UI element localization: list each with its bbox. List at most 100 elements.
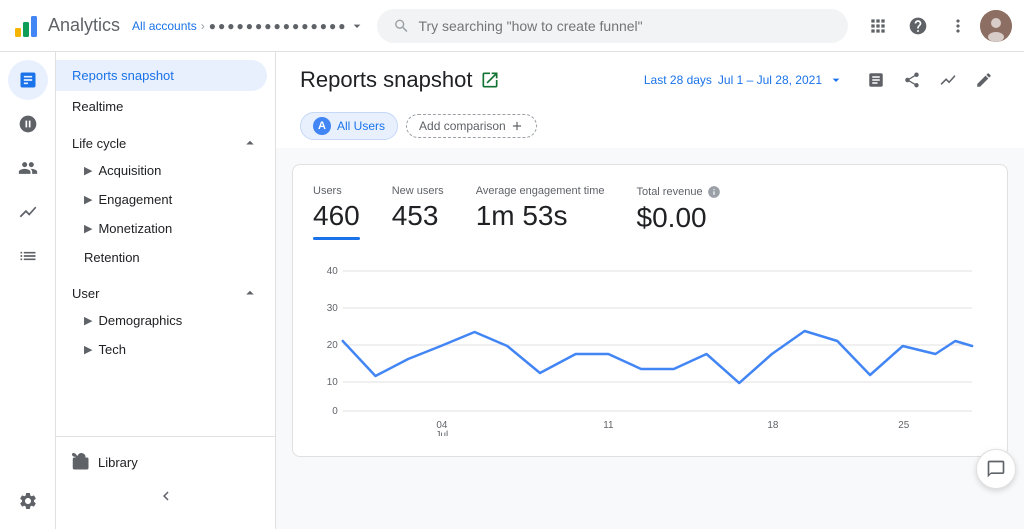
metric-engagement-label: Average engagement time — [476, 185, 605, 197]
metric-engagement[interactable]: Average engagement time 1m 53s — [476, 185, 605, 233]
chart-card: Users 460 New users 453 Average engageme… — [292, 164, 1008, 457]
library-icon — [72, 453, 90, 471]
sidebar-item-realtime[interactable]: Realtime — [56, 91, 267, 122]
edit-icon — [975, 71, 993, 89]
more-vert-button[interactable] — [940, 8, 976, 44]
content-header: Reports snapshot Last 28 days Jul 1 – Ju… — [276, 52, 1024, 148]
sidebar-section-lifecycle[interactable]: Life cycle — [56, 122, 275, 156]
customize-icon — [867, 71, 885, 89]
chip-label: All Users — [337, 119, 385, 133]
sidebar-item-realtime-label: Realtime — [72, 99, 123, 114]
apps-button[interactable] — [860, 8, 896, 44]
svg-text:20: 20 — [327, 340, 338, 351]
metric-users-value: 460 — [313, 199, 360, 233]
sidebar-item-retention[interactable]: Retention — [56, 243, 275, 272]
sidebar-item-library[interactable]: Library — [56, 445, 275, 479]
sidebar-item-monetization[interactable]: ▶ Monetization — [56, 214, 275, 243]
sidebar-section-user[interactable]: User — [56, 272, 275, 306]
breadcrumb-arrow: › — [201, 19, 205, 33]
svg-text:40: 40 — [327, 266, 338, 277]
customize-report-button[interactable] — [860, 64, 892, 96]
main-layout: Reports snapshot Realtime Life cycle ▶ A… — [0, 52, 1024, 529]
metric-revenue[interactable]: Total revenue $0.00 — [637, 185, 721, 235]
share-icon — [903, 71, 921, 89]
account-name: ●●●●●●●●●●●●●●● — [209, 19, 348, 33]
svg-text:10: 10 — [327, 377, 338, 388]
top-nav: Analytics All accounts › ●●●●●●●●●●●●●●● — [0, 0, 1024, 52]
more-vert-icon — [948, 16, 968, 36]
content-title-row: Reports snapshot Last 28 days Jul 1 – Ju… — [300, 64, 1000, 96]
insights-icon — [939, 71, 957, 89]
svg-text:11: 11 — [603, 420, 614, 431]
add-icon — [510, 119, 524, 133]
sidebar-item-demographics[interactable]: ▶ Demographics — [56, 306, 275, 335]
date-range-button[interactable]: Last 28 days Jul 1 – Jul 28, 2021 — [636, 68, 852, 92]
svg-text:0: 0 — [332, 406, 338, 417]
account-dropdown[interactable]: ●●●●●●●●●●●●●●● — [209, 18, 366, 34]
header-actions — [860, 64, 1000, 96]
feedback-icon — [986, 459, 1006, 479]
search-input[interactable] — [418, 18, 832, 34]
main-content: Reports snapshot Last 28 days Jul 1 – Ju… — [276, 52, 1024, 529]
metric-users[interactable]: Users 460 — [313, 185, 360, 240]
metrics-row: Users 460 New users 453 Average engageme… — [313, 185, 987, 240]
rail-settings-icon[interactable] — [8, 481, 48, 521]
sidebar-item-engagement[interactable]: ▶ Engagement — [56, 185, 275, 214]
sidebar: Reports snapshot Realtime Life cycle ▶ A… — [56, 52, 276, 529]
left-rail — [0, 52, 56, 529]
metric-users-label: Users — [313, 185, 360, 197]
account-breadcrumb[interactable]: All accounts › ●●●●●●●●●●●●●●● — [132, 18, 365, 34]
sidebar-collapse-button[interactable] — [56, 479, 275, 513]
chart-container: 40 30 20 10 0 04 Jul 11 18 25 — [313, 256, 987, 436]
svg-text:25: 25 — [898, 420, 909, 431]
rail-lifecycle-icon[interactable] — [8, 192, 48, 232]
rail-audience-icon[interactable] — [8, 148, 48, 188]
sidebar-item-reports-snapshot[interactable]: Reports snapshot — [56, 60, 267, 91]
metric-revenue-value: $0.00 — [637, 201, 721, 235]
apps-icon — [868, 16, 888, 36]
avatar[interactable] — [980, 10, 1012, 42]
info-icon — [707, 185, 721, 199]
app-title: Analytics — [48, 15, 120, 36]
logo-area: Analytics — [12, 12, 120, 40]
search-bar[interactable] — [377, 9, 848, 43]
all-users-chip[interactable]: A All Users — [300, 112, 398, 140]
nav-icons — [860, 8, 1012, 44]
sidebar-footer: Library — [56, 436, 275, 521]
rail-realtime-icon[interactable] — [8, 104, 48, 144]
sidebar-item-acquisition[interactable]: ▶ Acquisition — [56, 156, 275, 185]
all-accounts-link[interactable]: All accounts — [132, 19, 197, 33]
chevron-left-icon — [157, 487, 175, 505]
svg-text:30: 30 — [327, 303, 338, 314]
help-icon — [908, 16, 928, 36]
date-range-chevron-icon — [828, 72, 844, 88]
metric-engagement-value: 1m 53s — [476, 199, 605, 233]
svg-text:Jul: Jul — [436, 430, 449, 436]
search-icon — [393, 17, 410, 35]
edit-button[interactable] — [968, 64, 1000, 96]
share-button[interactable] — [896, 64, 928, 96]
help-button[interactable] — [900, 8, 936, 44]
metric-new-users-value: 453 — [392, 199, 444, 233]
rail-reports-icon[interactable] — [8, 60, 48, 100]
rail-list-icon[interactable] — [8, 236, 48, 276]
add-comparison-button[interactable]: Add comparison — [406, 114, 537, 138]
export-icon[interactable] — [480, 70, 500, 90]
chip-letter: A — [313, 117, 331, 135]
feedback-button[interactable] — [976, 449, 1016, 489]
analytics-logo — [12, 12, 40, 40]
chevron-down-icon — [349, 18, 365, 34]
metric-revenue-label: Total revenue — [637, 185, 721, 199]
page-title: Reports snapshot — [300, 67, 500, 93]
user-avatar-icon — [980, 10, 1012, 42]
insights-button[interactable] — [932, 64, 964, 96]
lifecycle-chevron-up-icon — [241, 134, 259, 152]
filter-row: A All Users Add comparison — [300, 104, 1000, 148]
line-chart: 40 30 20 10 0 04 Jul 11 18 25 — [313, 256, 987, 436]
sidebar-item-reports-snapshot-label: Reports snapshot — [72, 68, 174, 83]
metric-new-users[interactable]: New users 453 — [392, 185, 444, 233]
metric-new-users-label: New users — [392, 185, 444, 197]
sidebar-item-tech[interactable]: ▶ Tech — [56, 335, 275, 364]
chart-line — [343, 331, 972, 383]
svg-text:18: 18 — [767, 420, 778, 431]
